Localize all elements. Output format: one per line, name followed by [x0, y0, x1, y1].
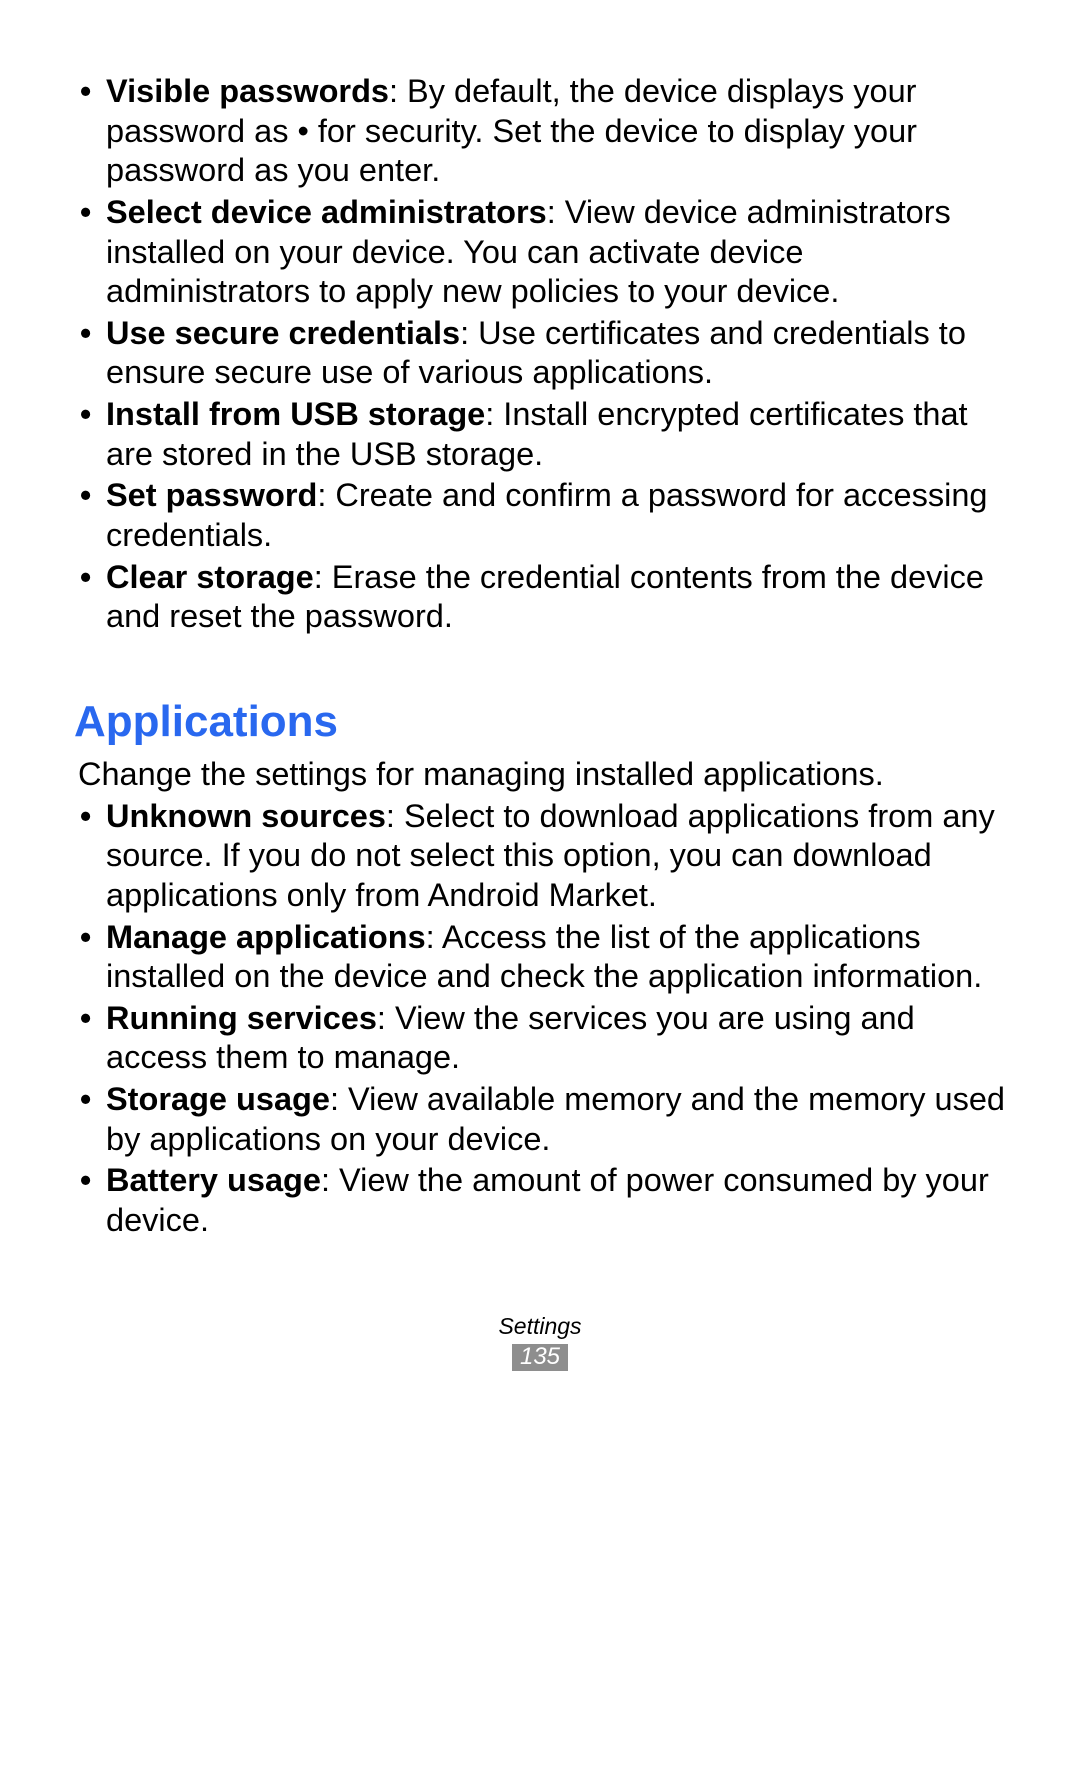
- list-item: Storage usage: View available memory and…: [98, 1080, 1006, 1159]
- list-item: Battery usage: View the amount of power …: [98, 1161, 1006, 1240]
- applications-intro: Change the settings for managing install…: [74, 755, 1006, 795]
- item-bold: Install from USB storage: [106, 396, 485, 432]
- section1-list: Visible passwords: By default, the devic…: [74, 72, 1006, 637]
- list-item: Running services: View the services you …: [98, 999, 1006, 1078]
- list-item: Use secure credentials: Use certificates…: [98, 314, 1006, 393]
- item-bold: Storage usage: [106, 1081, 330, 1117]
- item-bold: Clear storage: [106, 559, 314, 595]
- item-bold: Set password: [106, 477, 317, 513]
- list-item: Install from USB storage: Install encryp…: [98, 395, 1006, 474]
- item-bold: Select device administrators: [106, 194, 547, 230]
- footer-label: Settings: [0, 1313, 1080, 1340]
- list-item: Visible passwords: By default, the devic…: [98, 72, 1006, 191]
- item-bold: Unknown sources: [106, 798, 386, 834]
- applications-heading: Applications: [74, 697, 1006, 747]
- item-bold: Battery usage: [106, 1162, 321, 1198]
- item-bold: Visible passwords: [106, 73, 389, 109]
- list-item: Manage applications: Access the list of …: [98, 918, 1006, 997]
- page-content: Visible passwords: By default, the devic…: [0, 0, 1080, 1241]
- list-item: Unknown sources: Select to download appl…: [98, 797, 1006, 916]
- list-item: Set password: Create and confirm a passw…: [98, 476, 1006, 555]
- item-bold: Running services: [106, 1000, 377, 1036]
- list-item: Select device administrators: View devic…: [98, 193, 1006, 312]
- item-bold: Use secure credentials: [106, 315, 460, 351]
- list-item: Clear storage: Erase the credential cont…: [98, 558, 1006, 637]
- page-number: 135: [512, 1344, 568, 1371]
- section2-list: Unknown sources: Select to download appl…: [74, 797, 1006, 1241]
- page-footer: Settings 135: [0, 1313, 1080, 1371]
- item-bold: Manage applications: [106, 919, 426, 955]
